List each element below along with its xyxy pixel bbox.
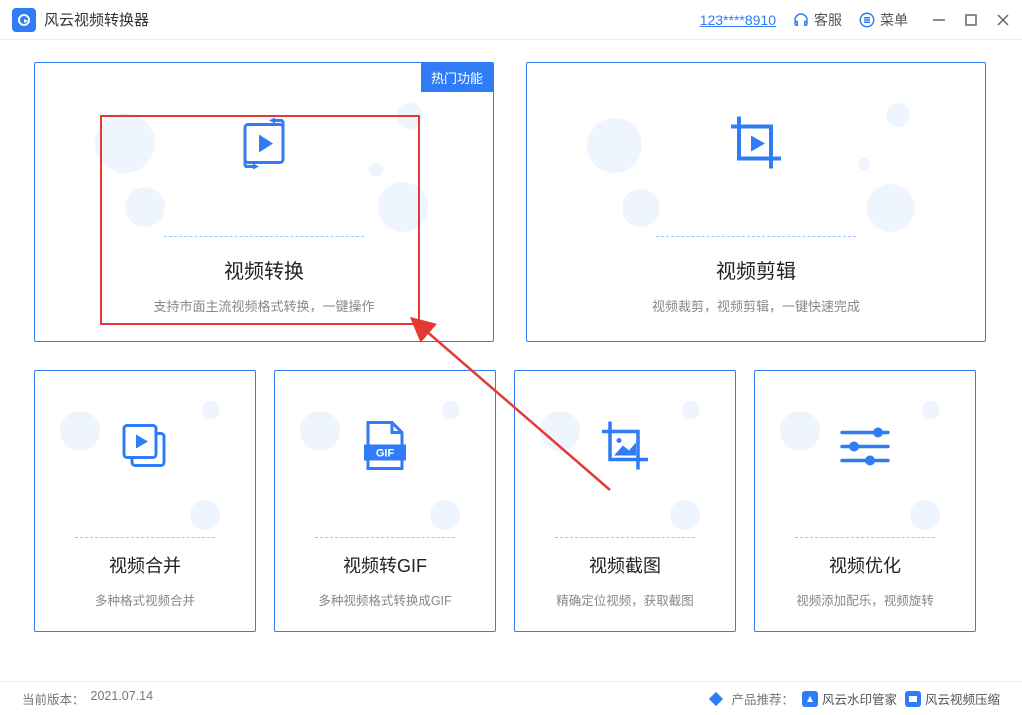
card-edit-desc: 视频裁剪，视频剪辑，一键快速完成 bbox=[652, 296, 860, 315]
minimize-button[interactable] bbox=[932, 13, 946, 27]
card-video-optimize[interactable]: 视频优化 视频添加配乐，视频旋转 bbox=[754, 370, 976, 632]
card-optimize-illustration bbox=[755, 371, 975, 544]
app-title: 风云视频转换器 bbox=[44, 9, 149, 30]
menu-button[interactable]: 菜单 bbox=[858, 10, 908, 30]
compress-app-icon bbox=[905, 691, 921, 707]
card-gif-title: 视频转GIF bbox=[343, 552, 427, 578]
card-convert-desc: 支持市面主流视频格式转换，一键操作 bbox=[153, 296, 374, 315]
recommend-app-compress[interactable]: 风云视频压缩 bbox=[905, 689, 1000, 708]
footer: 当前版本： 2021.07.14 产品推荐： 风云水印管家 风云视频压缩 bbox=[0, 681, 1022, 715]
customer-service-label: 客服 bbox=[814, 10, 842, 30]
card-gif-desc: 多种视频格式转换成GIF bbox=[318, 590, 451, 609]
card-video-screenshot[interactable]: 视频截图 精确定位视频，获取截图 bbox=[514, 370, 736, 632]
window-controls bbox=[932, 13, 1010, 27]
card-screenshot-desc: 精确定位视频，获取截图 bbox=[556, 590, 694, 609]
sliders-icon bbox=[838, 423, 892, 474]
card-video-convert[interactable]: 热门功能 视频转 bbox=[34, 62, 494, 342]
card-screenshot-title: 视频截图 bbox=[589, 552, 661, 578]
menu-label: 菜单 bbox=[880, 10, 908, 30]
customer-service-button[interactable]: 客服 bbox=[792, 10, 842, 30]
screenshot-icon bbox=[596, 417, 654, 480]
diamond-icon bbox=[709, 691, 723, 705]
main-content: 热门功能 视频转 bbox=[0, 40, 1022, 642]
svg-text:GIF: GIF bbox=[376, 447, 395, 459]
user-id-link[interactable]: 123****8910 bbox=[700, 12, 776, 28]
app-logo-icon bbox=[12, 8, 36, 32]
recommend-label: 产品推荐： bbox=[731, 689, 794, 708]
recommend-app1-label: 风云水印管家 bbox=[822, 689, 897, 708]
card-video-gif[interactable]: GIF 视频转GIF 多种视频格式转换成GIF bbox=[274, 370, 496, 632]
card-convert-illustration bbox=[35, 63, 493, 247]
recommend-app2-label: 风云视频压缩 bbox=[925, 689, 1000, 708]
maximize-button[interactable] bbox=[964, 13, 978, 27]
watermark-app-icon bbox=[802, 691, 818, 707]
card-video-merge[interactable]: 视频合并 多种格式视频合并 bbox=[34, 370, 256, 632]
card-optimize-desc: 视频添加配乐，视频旋转 bbox=[796, 590, 934, 609]
card-edit-title: 视频剪辑 bbox=[716, 255, 796, 284]
crop-icon bbox=[723, 110, 789, 181]
merge-icon bbox=[118, 419, 172, 478]
version-value: 2021.07.14 bbox=[91, 689, 154, 708]
version-label: 当前版本： bbox=[22, 689, 85, 708]
close-button[interactable] bbox=[996, 13, 1010, 27]
gif-icon: GIF bbox=[360, 418, 410, 479]
card-merge-desc: 多种格式视频合并 bbox=[95, 590, 195, 609]
card-merge-illustration bbox=[35, 371, 255, 544]
card-convert-title: 视频转换 bbox=[224, 255, 304, 284]
titlebar-right: 123****8910 客服 菜单 bbox=[700, 10, 1010, 30]
card-gif-illustration: GIF bbox=[275, 371, 495, 544]
card-video-edit[interactable]: 视频剪辑 视频裁剪，视频剪辑，一键快速完成 bbox=[526, 62, 986, 342]
card-edit-illustration bbox=[527, 63, 985, 247]
menu-icon bbox=[858, 11, 876, 29]
card-screenshot-illustration bbox=[515, 371, 735, 544]
headset-icon bbox=[792, 11, 810, 29]
recommend-app-watermark[interactable]: 风云水印管家 bbox=[802, 689, 897, 708]
card-optimize-title: 视频优化 bbox=[829, 552, 901, 578]
titlebar: 风云视频转换器 123****8910 客服 菜单 bbox=[0, 0, 1022, 40]
card-merge-title: 视频合并 bbox=[109, 552, 181, 578]
convert-icon bbox=[233, 112, 295, 179]
